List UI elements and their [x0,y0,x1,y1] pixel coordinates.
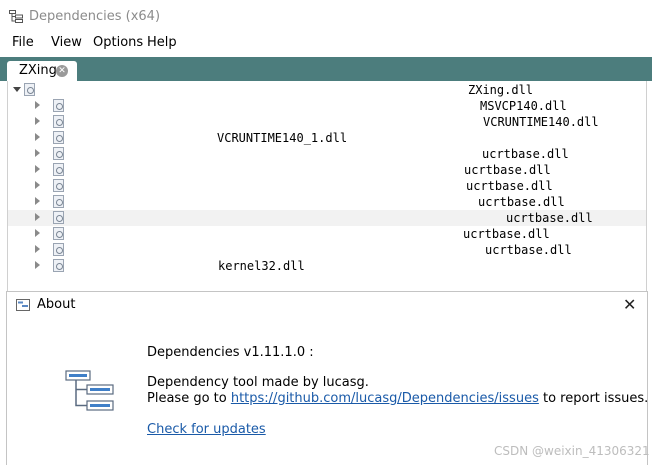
expand-arrow-icon[interactable] [35,149,40,157]
expand-arrow-icon[interactable] [35,117,40,125]
module-name: VCRUNTIME140.dll [483,115,599,129]
menu-help[interactable]: Help [147,35,177,50]
close-icon[interactable]: ✕ [623,295,636,314]
module-icon [53,163,64,176]
module-icon [53,227,64,240]
menu-options[interactable]: Options [93,35,143,50]
expand-arrow-icon[interactable] [35,197,40,205]
module-icon [53,243,64,256]
about-dialog: About ✕ Dependencies v1.11.1.0 : Depende… [6,291,648,465]
tree-row[interactable]: VCRUNTIME140_1.dll [8,130,646,146]
tab-zxing[interactable]: ZXing ✕ [7,61,77,82]
expand-arrow-icon[interactable] [35,165,40,173]
tree-row[interactable]: ucrtbase.dll [8,146,646,162]
expand-arrow-icon[interactable] [35,213,40,221]
tree-row[interactable]: kernel32.dll [8,258,646,274]
module-icon [53,195,64,208]
tree-row[interactable]: ucrtbase.dll [8,162,646,178]
module-name: ucrtbase.dll [464,163,551,177]
module-icon [53,131,64,144]
module-name: kernel32.dll [218,259,305,273]
tree-window-icon [16,299,30,311]
module-name: VCRUNTIME140_1.dll [217,131,348,145]
module-icon [53,211,64,224]
expand-arrow-icon[interactable] [35,133,40,141]
issues-suffix: to report issues. [538,391,649,406]
module-name: MSVCP140.dll [480,99,567,113]
tree-row-root[interactable]: ZXing.dll [8,82,646,98]
expand-arrow-icon[interactable] [35,245,40,253]
module-name: ZXing.dll [468,83,534,97]
tree-row[interactable]: ucrtbase.dll [8,226,646,242]
about-title: About [37,297,76,312]
dependency-tree-icon [65,370,114,411]
menu-file[interactable]: File [12,35,34,50]
description-text: Dependency tool made by lucasg. [147,375,369,390]
module-icon [53,179,64,192]
module-icon [53,147,64,160]
title-bar: Dependencies (x64) [0,0,652,32]
expand-arrow-icon[interactable] [35,261,40,269]
issues-line: Please go to https://github.com/lucasg/D… [147,391,648,406]
module-name: ucrtbase.dll [482,147,569,161]
tree-row[interactable]: MSVCP140.dll [8,98,646,114]
expand-arrow-icon[interactable] [35,101,40,109]
dependency-tree[interactable]: ZXing.dll MSVCP140.dll VCRUNTIME140.dll … [7,81,647,291]
window-title: Dependencies (x64) [29,9,161,24]
module-icon [24,83,35,96]
module-icon [53,115,64,128]
module-icon [53,99,64,112]
close-circle-icon[interactable]: ✕ [56,65,68,77]
tree-row[interactable]: VCRUNTIME140.dll [8,114,646,130]
version-text: Dependencies v1.11.1.0 : [147,345,314,360]
check-updates-link[interactable]: Check for updates [147,422,266,437]
tree-row[interactable]: ucrtbase.dll [8,242,646,258]
module-name: ucrtbase.dll [478,195,565,209]
tab-label: ZXing [19,63,57,78]
about-body: Dependencies v1.11.1.0 : Dependency tool… [7,318,648,465]
issues-prefix: Please go to [147,391,231,406]
tree-row[interactable]: ucrtbase.dll [8,178,646,194]
module-icon [53,259,64,272]
tab-strip [0,57,652,81]
expand-arrow-icon[interactable] [35,181,40,189]
module-name: ucrtbase.dll [485,243,572,257]
menu-view[interactable]: View [51,35,82,50]
collapse-arrow-icon[interactable] [13,87,21,92]
tree-row[interactable]: ucrtbase.dll [8,194,646,210]
issues-link[interactable]: https://github.com/lucasg/Dependencies/i… [231,391,539,406]
about-title-bar: About ✕ [7,292,647,318]
module-name: ucrtbase.dll [466,179,553,193]
tree-row-selected[interactable]: ucrtbase.dll [8,210,646,226]
module-name: ucrtbase.dll [463,227,550,241]
module-name: ucrtbase.dll [506,211,593,225]
expand-arrow-icon[interactable] [35,229,40,237]
watermark: CSDN @weixin_41306321 [494,444,650,458]
tree-window-icon [9,10,23,23]
